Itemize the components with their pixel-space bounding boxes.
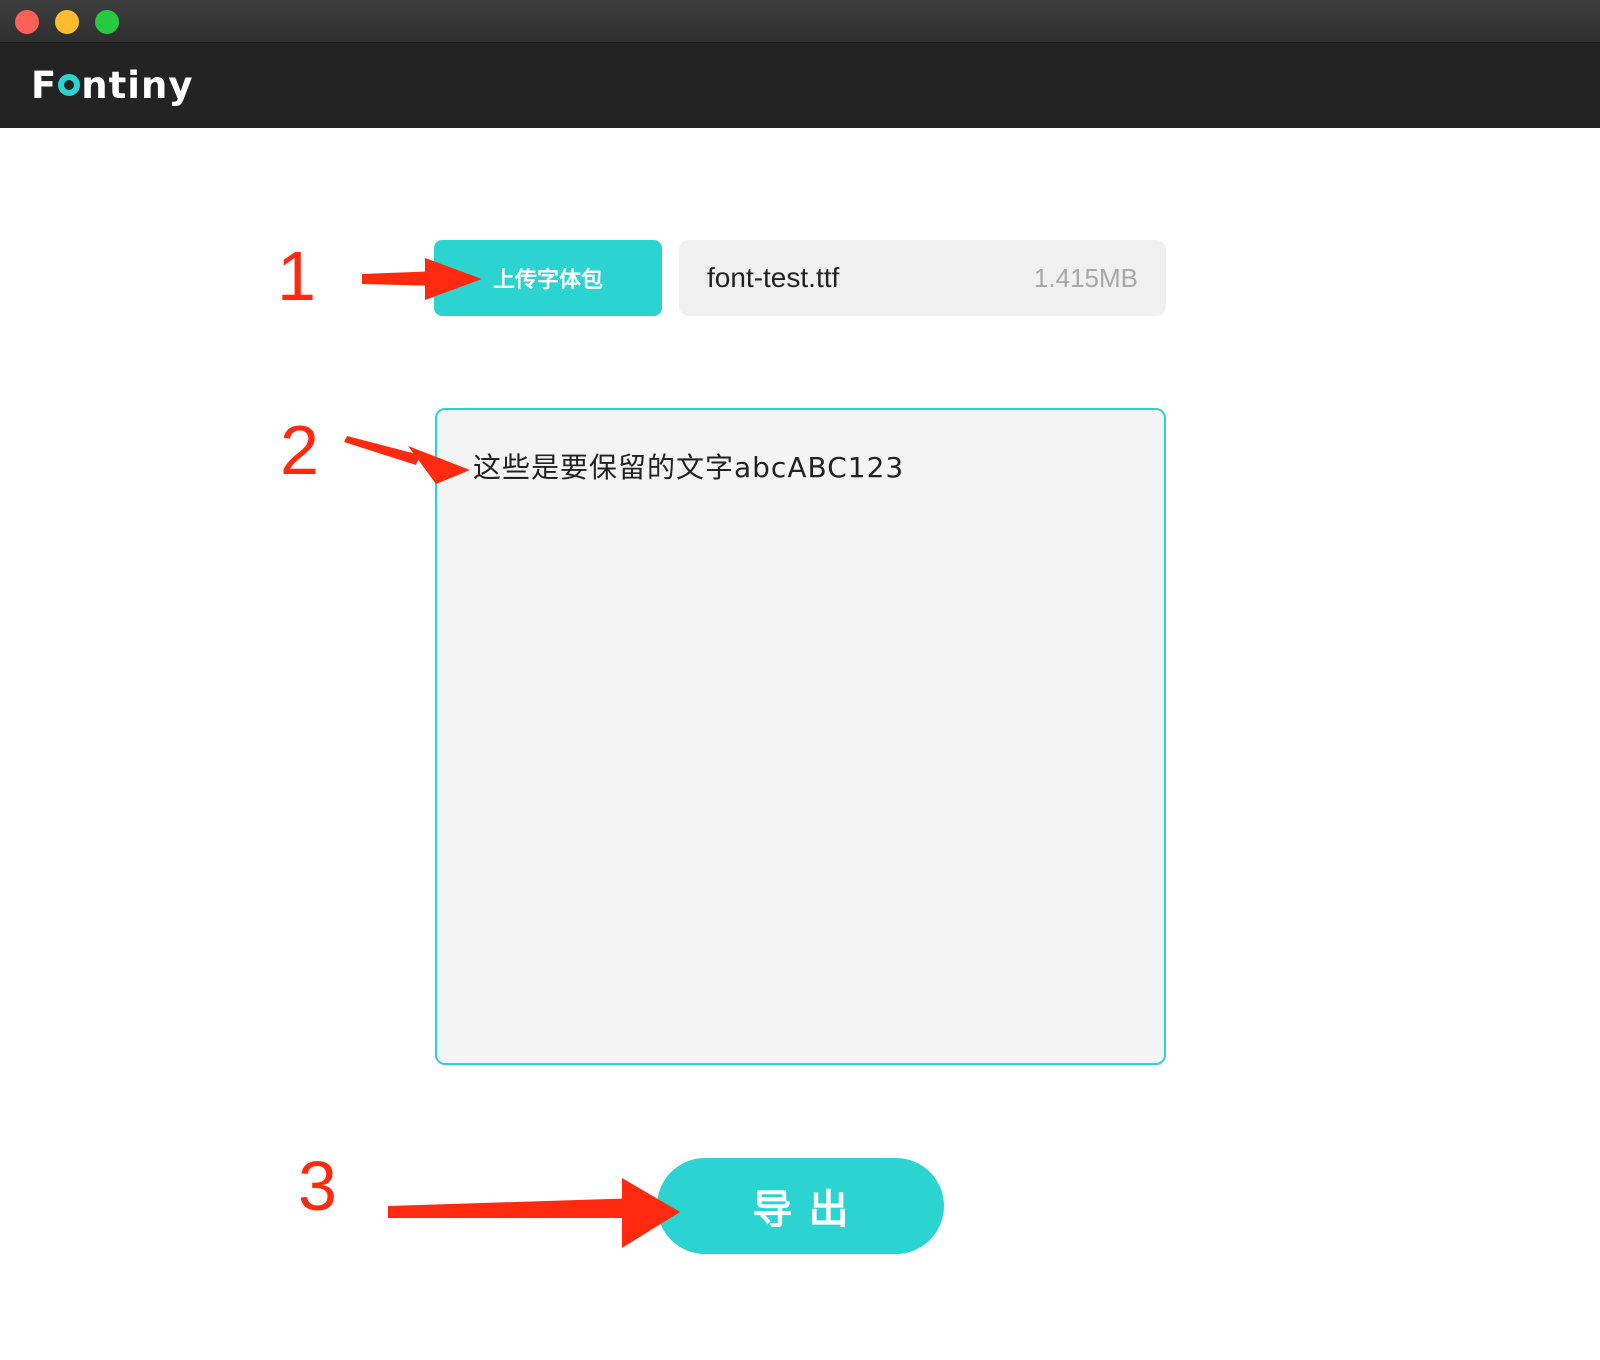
file-info-panel: font-test.ttf 1.415MB [679,240,1166,316]
arrow-icon [388,1178,680,1248]
app-window: F ntiny 1 2 3 上传字体包 font-test.ttf 1.415M… [0,0,1600,1360]
window-titlebar [0,0,1600,43]
file-name: font-test.ttf [707,262,840,293]
file-size: 1.415MB [1033,262,1138,293]
logo-text-prefix: F [31,63,58,107]
app-header: F ntiny [0,43,1600,128]
step-number-3: 3 [298,1147,337,1225]
export-button[interactable]: 导出 [657,1158,944,1254]
maximize-icon[interactable] [95,10,119,34]
step-number-2: 2 [280,411,319,489]
retain-text-value: 这些是要保留的文字abcABC123 [473,451,905,484]
retain-text-input[interactable]: 这些是要保留的文字abcABC123 [435,408,1166,1065]
step-number-1: 1 [277,237,316,315]
logo-dot-icon [58,74,81,96]
minimize-icon[interactable] [55,10,79,34]
close-icon[interactable] [15,10,39,34]
upload-font-button[interactable]: 上传字体包 [434,240,662,316]
logo-text-suffix: ntiny [81,63,194,107]
app-logo: F ntiny [31,63,194,107]
